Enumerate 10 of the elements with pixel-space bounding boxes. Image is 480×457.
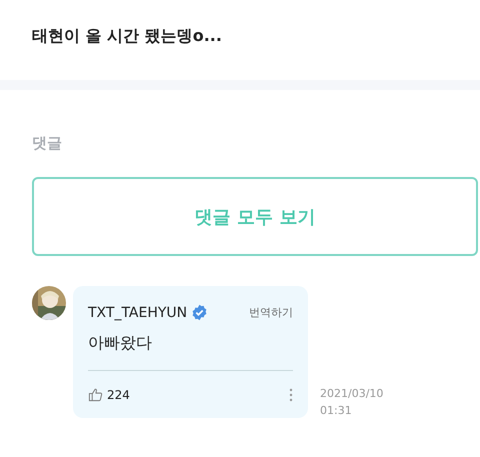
section-heading: 댓글 [32,134,63,154]
like-count: 224 [107,388,130,402]
comment-time: 01:31 [320,403,353,419]
comment-text: 아빠왔다 [88,333,153,354]
thumbs-up-icon[interactable] [88,387,103,402]
more-options-icon[interactable] [289,388,293,402]
post-title: 태현이 올 시간 됐는뎅o... [32,26,222,46]
author-name[interactable]: TXT_TAEHYUN [88,304,188,320]
translate-link[interactable]: 번역하기 [249,305,293,320]
comment-date: 2021/03/10 [320,386,384,402]
